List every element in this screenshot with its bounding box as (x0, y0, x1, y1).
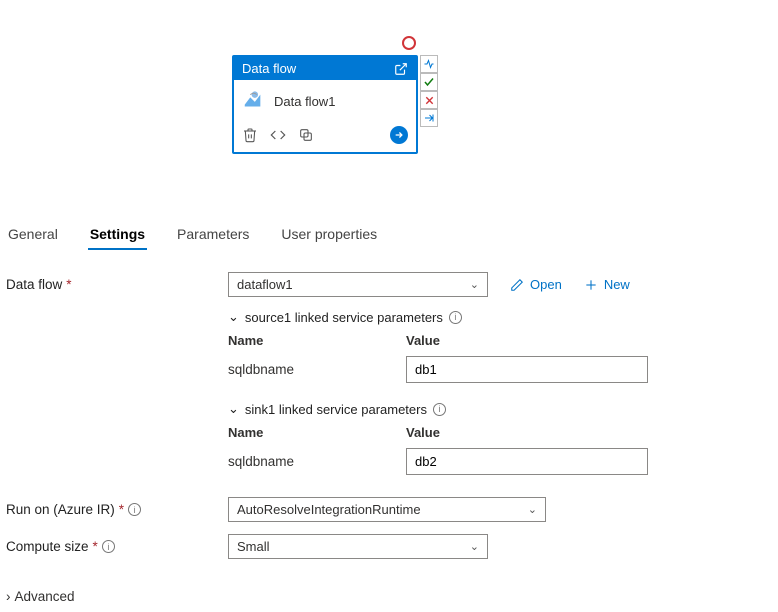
handle-success-icon[interactable] (420, 73, 438, 91)
dataflow-select-value: dataflow1 (237, 277, 293, 292)
dataflow-icon (242, 90, 264, 112)
tab-general[interactable]: General (6, 220, 60, 250)
runon-select[interactable]: AutoResolveIntegrationRuntime ⌄ (228, 497, 546, 522)
open-external-icon[interactable] (394, 62, 408, 76)
activity-header[interactable]: Data flow (234, 57, 416, 80)
run-arrow-icon[interactable] (390, 126, 408, 144)
handle-skip-icon[interactable] (420, 109, 438, 127)
new-button[interactable]: New (584, 277, 630, 292)
source1-param-value-input[interactable] (406, 356, 648, 383)
table-row: sqldbname (228, 448, 772, 475)
tab-settings[interactable]: Settings (88, 220, 147, 250)
handle-failure-icon[interactable] (420, 91, 438, 109)
activity-name: Data flow1 (274, 94, 335, 109)
activity-card-dataflow[interactable]: Data flow Data flow1 (232, 55, 418, 154)
activity-type-label: Data flow (242, 61, 296, 76)
source1-section-header[interactable]: ⌄ source1 linked service parameters i (228, 309, 772, 325)
advanced-toggle[interactable]: › Advanced (0, 581, 778, 612)
chevron-down-icon: ⌄ (470, 540, 479, 553)
sink1-param-name: sqldbname (228, 454, 406, 469)
compute-select[interactable]: Small ⌄ (228, 534, 488, 559)
dataflow-select[interactable]: dataflow1 ⌄ (228, 272, 488, 297)
validation-marker (402, 36, 416, 50)
tab-user-properties[interactable]: User properties (279, 220, 379, 250)
properties-tabs: General Settings Parameters User propert… (0, 220, 778, 250)
runon-select-value: AutoResolveIntegrationRuntime (237, 502, 421, 517)
info-icon[interactable]: i (433, 403, 446, 416)
handle-condition-icon[interactable] (420, 55, 438, 73)
copy-icon[interactable] (298, 127, 314, 143)
runon-field-label: Run on (Azure IR) * i (6, 502, 228, 517)
source1-param-name: sqldbname (228, 362, 406, 377)
chevron-right-icon: › (6, 589, 11, 604)
plus-icon (584, 278, 598, 292)
code-icon[interactable] (270, 127, 286, 143)
chevron-down-icon: ⌄ (470, 278, 479, 291)
activity-side-handles (420, 55, 438, 127)
table-row: sqldbname (228, 356, 772, 383)
activity-body: Data flow1 (234, 80, 416, 122)
sink1-section-header[interactable]: ⌄ sink1 linked service parameters i (228, 401, 772, 417)
pencil-icon (510, 278, 524, 292)
chevron-down-icon: ⌄ (228, 309, 239, 325)
chevron-down-icon: ⌄ (528, 503, 537, 516)
sink1-param-value-input[interactable] (406, 448, 648, 475)
sink1-table-header: Name Value (228, 425, 772, 440)
source1-table-header: Name Value (228, 333, 772, 348)
chevron-down-icon: ⌄ (228, 401, 239, 417)
dataflow-field-label: Data flow * (6, 277, 228, 292)
compute-select-value: Small (237, 539, 270, 554)
info-icon[interactable]: i (449, 311, 462, 324)
activity-footer (234, 122, 416, 152)
delete-icon[interactable] (242, 127, 258, 143)
info-icon[interactable]: i (128, 503, 141, 516)
tab-parameters[interactable]: Parameters (175, 220, 251, 250)
info-icon[interactable]: i (102, 540, 115, 553)
open-button[interactable]: Open (510, 277, 562, 292)
compute-field-label: Compute size * i (6, 539, 228, 554)
